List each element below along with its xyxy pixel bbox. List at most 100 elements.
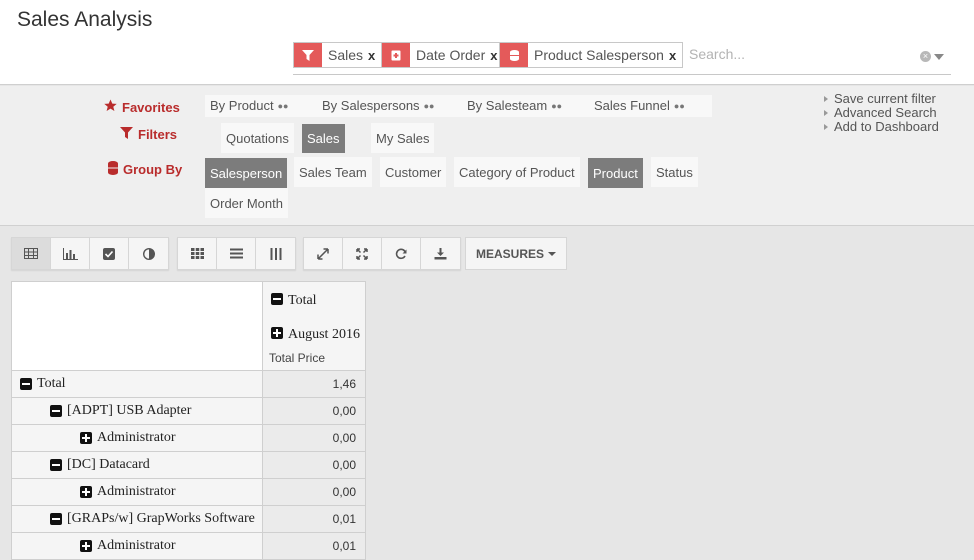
row-label: Administrator xyxy=(97,430,176,445)
facet-filter[interactable]: Sales x xyxy=(293,42,383,68)
pivot-view-button[interactable] xyxy=(12,238,51,269)
facet-label: Sales xyxy=(328,47,364,63)
row-header[interactable]: Administrator xyxy=(11,533,263,560)
row-header[interactable]: [ADPT] USB Adapter xyxy=(11,398,263,425)
stack-icon xyxy=(108,161,118,178)
row-label: Total xyxy=(37,376,66,391)
stack-icon xyxy=(500,43,528,67)
columns-icon xyxy=(270,247,281,260)
row-label: [GRAPs/w] GrapWorks Software xyxy=(67,511,255,526)
clear-search-icon[interactable]: × xyxy=(920,51,931,62)
view-switcher xyxy=(11,237,169,270)
col-header-total[interactable]: Total xyxy=(271,293,317,309)
row-header[interactable]: Administrator xyxy=(11,479,263,506)
favorite-item[interactable]: Sales Funnel ●● xyxy=(594,95,685,117)
favorites-list: By Product ●● By Salespersons ●● By Salest… xyxy=(205,95,712,117)
table-row: [DC] Datacard 0,00 xyxy=(11,452,366,479)
favorite-item[interactable]: By Salesteam ●● xyxy=(467,95,562,117)
expand-icon xyxy=(271,327,283,339)
reload-button[interactable] xyxy=(382,238,421,269)
filter-my-sales[interactable]: My Sales xyxy=(371,123,435,153)
favorite-item[interactable]: By Salespersons ●● xyxy=(322,95,434,117)
pie-chart-icon xyxy=(142,247,155,260)
columns-layout-button[interactable] xyxy=(256,238,295,269)
flip-axis-button[interactable] xyxy=(304,238,343,269)
row-header[interactable]: [DC] Datacard xyxy=(11,452,263,479)
caret-down-icon xyxy=(548,251,556,256)
favorite-item[interactable]: By Product ●● xyxy=(210,95,288,117)
groupby-section-label: Group By xyxy=(108,161,182,178)
row-value: 0,01 xyxy=(262,533,366,560)
expand-icon xyxy=(80,540,92,552)
remove-facet-button[interactable]: x xyxy=(669,48,682,63)
grid-icon xyxy=(190,248,204,259)
facet-date[interactable]: Date Order x xyxy=(381,42,505,68)
caret-right-icon xyxy=(824,124,828,130)
expand-icon xyxy=(317,247,329,260)
download-icon xyxy=(434,247,447,259)
facet-groupby[interactable]: Product Salesperson x xyxy=(499,42,684,68)
pivot-column-header: Total August 2016 Total Price xyxy=(262,281,366,371)
groupby-category-of-product[interactable]: Category of Product xyxy=(454,157,580,187)
measures-dropdown[interactable]: MEASURES xyxy=(465,237,567,270)
collapse-icon xyxy=(20,378,32,390)
layout-switcher xyxy=(177,237,296,270)
row-header[interactable]: Total xyxy=(11,371,263,398)
graph-view-button[interactable] xyxy=(51,238,90,269)
collapse-icon xyxy=(50,513,62,525)
pivot-header: Total August 2016 Total Price xyxy=(11,281,366,371)
expand-all-button[interactable] xyxy=(343,238,382,269)
facet-label: Date Order xyxy=(416,47,486,63)
list-icon xyxy=(229,248,243,259)
filters-section-label: Filters xyxy=(120,127,177,142)
refresh-icon xyxy=(395,248,407,259)
page-title: Sales Analysis xyxy=(17,8,153,31)
groupby-customer[interactable]: Customer xyxy=(380,157,447,187)
search-bar[interactable]: Sales x Date Order x Product Salesperson… xyxy=(293,42,951,75)
users-icon: ●● xyxy=(673,101,685,111)
groupby-status[interactable]: Status xyxy=(651,157,698,187)
col-header-period[interactable]: August 2016 xyxy=(271,327,360,343)
search-input[interactable] xyxy=(689,46,909,62)
control-panel-header: Sales Analysis Sales x Date Order x Prod… xyxy=(0,0,974,85)
star-icon xyxy=(104,99,117,115)
row-label: Administrator xyxy=(97,484,176,499)
add-to-dashboard-link[interactable]: Add to Dashboard xyxy=(824,120,939,134)
pie-view-button[interactable] xyxy=(129,238,168,269)
facet-label: Product Salesperson xyxy=(534,47,664,63)
toggle-search-panel-icon[interactable] xyxy=(934,54,944,60)
advanced-search-link[interactable]: Advanced Search xyxy=(824,106,939,120)
save-current-filter-link[interactable]: Save current filter xyxy=(824,92,939,106)
row-label: Administrator xyxy=(97,538,176,553)
row-header[interactable]: [GRAPs/w] GrapWorks Software xyxy=(11,506,263,533)
groupby-salesperson[interactable]: Salesperson xyxy=(205,158,288,188)
grid-layout-button[interactable] xyxy=(178,238,217,269)
measure-header[interactable]: Total Price xyxy=(269,351,325,365)
table-icon xyxy=(24,248,38,259)
row-label: [ADPT] USB Adapter xyxy=(67,403,192,418)
list-layout-button[interactable] xyxy=(217,238,256,269)
groupby-product[interactable]: Product xyxy=(588,158,643,188)
groupby-sales-team[interactable]: Sales Team xyxy=(294,157,372,187)
pivot-corner-cell xyxy=(11,281,263,371)
expand-icon xyxy=(80,486,92,498)
table-row: Administrator 0,01 xyxy=(11,533,366,560)
table-row: Administrator 0,00 xyxy=(11,479,366,506)
collapse-icon xyxy=(50,459,62,471)
groupby-order-month[interactable]: Order Month xyxy=(205,188,288,218)
collapse-icon xyxy=(356,247,368,260)
table-row: Administrator 0,00 xyxy=(11,425,366,452)
collapse-icon xyxy=(271,293,283,305)
users-icon: ●● xyxy=(277,101,289,111)
calendar-icon xyxy=(382,43,410,67)
download-button[interactable] xyxy=(421,238,460,269)
filter-icon xyxy=(120,127,133,142)
row-label: [DC] Datacard xyxy=(67,457,150,472)
row-header[interactable]: Administrator xyxy=(11,425,263,452)
filter-quotations[interactable]: Quotations xyxy=(221,123,294,153)
checkbox-view-button[interactable] xyxy=(90,238,129,269)
remove-facet-button[interactable]: x xyxy=(368,48,381,63)
checkbox-icon xyxy=(103,247,115,260)
filter-sales[interactable]: Sales xyxy=(302,124,345,153)
table-row: [ADPT] USB Adapter 0,00 xyxy=(11,398,366,425)
